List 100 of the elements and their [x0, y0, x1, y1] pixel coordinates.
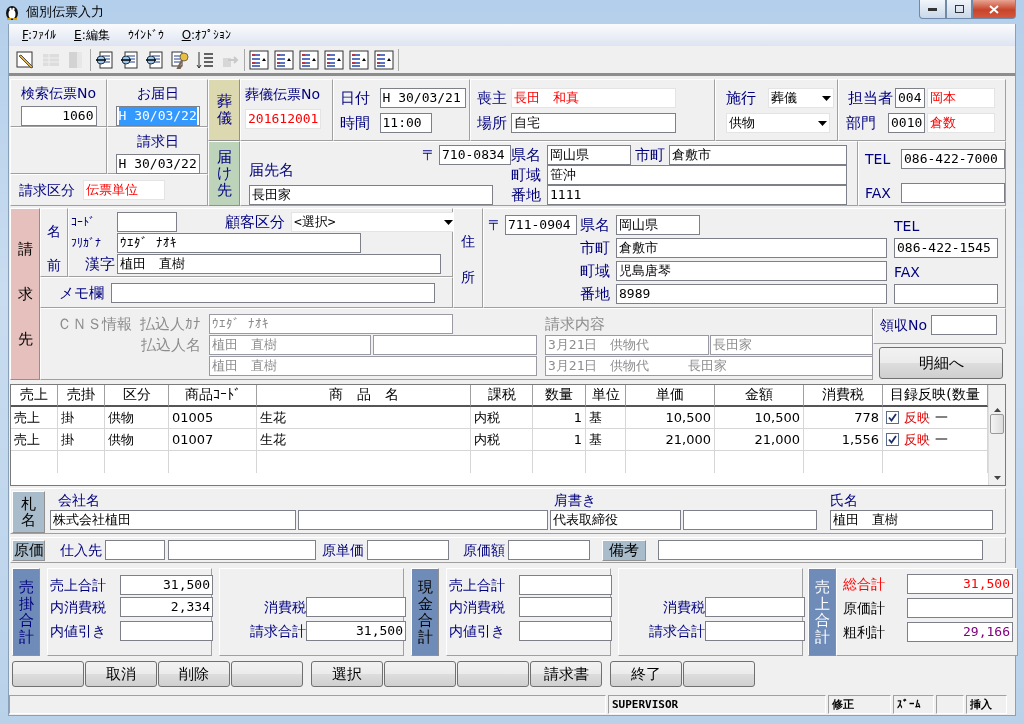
text-field[interactable]	[683, 510, 817, 530]
blank-button[interactable]	[683, 661, 755, 687]
text-field[interactable]: 710-0834	[439, 144, 511, 165]
scroll-thumb[interactable]	[990, 414, 1004, 434]
text-field[interactable]: 086-422-1545	[894, 237, 998, 258]
list-icon[interactable]	[249, 49, 269, 70]
blank-button[interactable]	[384, 661, 456, 687]
text-field[interactable]: 児島唐琴	[616, 260, 887, 281]
dropdown-field[interactable]: 供物	[726, 113, 830, 133]
text-field[interactable]: 代表取締役	[550, 510, 681, 530]
field-label: お届日	[136, 84, 179, 102]
checkbox[interactable]	[886, 411, 899, 424]
detail-button[interactable]: 明細へ	[879, 347, 1003, 379]
menu-item[interactable]: E:編集	[65, 26, 119, 44]
text-field[interactable]	[519, 621, 612, 641]
list-icon[interactable]	[374, 49, 394, 70]
minimize-button[interactable]	[919, 0, 946, 19]
text-field[interactable]: 倉敷市	[616, 237, 887, 258]
text-field[interactable]: 長田家	[249, 185, 493, 205]
action-button[interactable]: 取消	[85, 661, 157, 687]
text-field[interactable]	[117, 212, 177, 232]
text-field[interactable]	[120, 621, 213, 641]
dropdown-field[interactable]: <選択>	[291, 212, 456, 232]
list-icon[interactable]	[299, 49, 319, 70]
close-button[interactable]	[972, 0, 1016, 19]
blank-button[interactable]	[457, 661, 529, 687]
text-field[interactable]	[931, 315, 998, 335]
text-field[interactable]: 004	[895, 88, 925, 108]
menu-item[interactable]: ｳｲﾝﾄﾞｳ	[118, 28, 173, 42]
text-field[interactable]	[894, 283, 998, 304]
text-field[interactable]	[519, 597, 612, 617]
action-button[interactable]: 選択	[311, 661, 383, 687]
text-field[interactable]: 倉敷市	[669, 144, 847, 165]
text-field[interactable]: 自宅	[511, 113, 676, 133]
document-icon[interactable]	[120, 49, 140, 70]
text-field[interactable]: 29,166	[907, 622, 1013, 642]
text-field[interactable]: 株式会社植田	[50, 510, 296, 530]
text-field[interactable]: 711-0904	[505, 215, 577, 235]
text-field[interactable]: 岡本	[927, 88, 995, 108]
document-icon[interactable]	[95, 49, 115, 70]
text-field[interactable]	[306, 597, 406, 617]
list-icon[interactable]	[274, 49, 294, 70]
text-field[interactable]	[705, 621, 805, 641]
text-field[interactable]: 31,500	[306, 621, 406, 641]
text-field[interactable]: 11:00	[379, 113, 432, 133]
text-field[interactable]: 岡山県	[547, 144, 631, 165]
text-field[interactable]	[111, 283, 435, 303]
document-icon[interactable]	[145, 49, 165, 70]
menu-item[interactable]: O:ｵﾌﾟｼｮﾝ	[172, 28, 240, 42]
action-button[interactable]: 請求書	[530, 661, 602, 687]
text-field[interactable]: ｳｴﾀﾞ ﾅｵｷ	[117, 233, 361, 253]
menu-item[interactable]: F:ﾌｧｲﾙ	[13, 28, 66, 42]
field-label: 町域	[511, 165, 541, 184]
text-field[interactable]: 086-422-7000	[901, 149, 1005, 169]
text-field[interactable]	[901, 183, 1005, 203]
text-field[interactable]	[705, 597, 805, 617]
text-field[interactable]	[519, 575, 612, 595]
action-button[interactable]: 終了	[610, 661, 682, 687]
text-field[interactable]: 植田 直樹	[117, 254, 441, 274]
checkbox[interactable]	[886, 433, 899, 446]
text-field[interactable]	[168, 540, 316, 560]
text-field[interactable]	[508, 540, 590, 560]
dropdown-field[interactable]: 葬儀	[768, 88, 834, 108]
text-field[interactable]: 8989	[616, 283, 887, 304]
sort-icon[interactable]	[195, 49, 215, 70]
text-field[interactable]	[105, 540, 165, 560]
pencil-icon[interactable]	[16, 49, 36, 70]
text-field[interactable]	[367, 540, 449, 560]
text-field[interactable]: 31,500	[907, 574, 1013, 594]
text-field[interactable]	[298, 510, 548, 530]
text-field[interactable]: H 30/03/21	[379, 88, 466, 108]
text-field[interactable]	[907, 598, 1013, 618]
list-icon[interactable]	[324, 49, 344, 70]
text-field[interactable]: H 30/03/22	[115, 154, 200, 174]
text-field[interactable]: 笹沖	[547, 164, 847, 185]
text-field[interactable]: 1111	[547, 185, 847, 205]
list-icon[interactable]	[349, 49, 369, 70]
text-field[interactable]: 植田 直樹	[830, 510, 993, 530]
maximize-button[interactable]	[946, 0, 972, 19]
text-field[interactable]: 倉数	[927, 113, 995, 133]
key-icon[interactable]	[170, 49, 190, 70]
text-field[interactable]: 2,334	[120, 597, 213, 617]
text-field[interactable]: 0010	[888, 113, 925, 133]
text-field[interactable]: 長田 和真	[511, 88, 676, 108]
blank-button[interactable]	[12, 661, 84, 687]
text-field[interactable]: 31,500	[120, 575, 213, 595]
text-field[interactable]: 1060	[20, 106, 97, 126]
text-field[interactable]: 201612001	[245, 109, 321, 129]
field-label: 請求合計	[648, 622, 705, 640]
text-field[interactable]: 伝票単位	[83, 180, 165, 200]
field-label: 原価計	[843, 599, 886, 617]
text-field[interactable]	[658, 540, 983, 560]
action-button[interactable]: 削除	[158, 661, 230, 687]
column-header: 商品ｺｰﾄﾞ	[169, 385, 257, 407]
caret-down-icon[interactable]	[993, 476, 1001, 480]
scrollbar[interactable]	[988, 385, 1005, 485]
blank-button[interactable]	[231, 661, 303, 687]
text-field[interactable]: 岡山県	[616, 215, 700, 235]
caret-up-icon[interactable]	[993, 408, 1001, 412]
field-label: 担当者	[848, 89, 893, 107]
